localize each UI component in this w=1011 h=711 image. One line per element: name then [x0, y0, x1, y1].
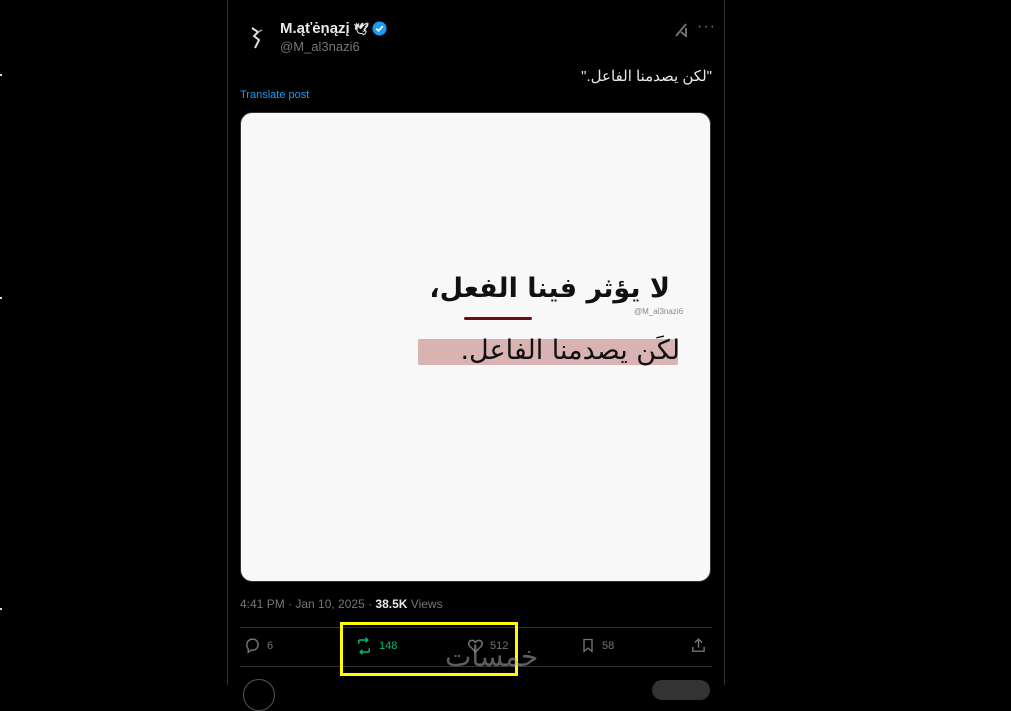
views-label: Views: [407, 597, 443, 611]
author-name[interactable]: M.ąťėņązį 🕊: [280, 20, 387, 40]
bookmark-button[interactable]: 58: [580, 637, 614, 654]
bookmark-count: 58: [602, 639, 615, 652]
image-text-line2: لكَن يصدمنا الفاعل.: [460, 335, 680, 366]
bookmark-icon: [583, 638, 593, 653]
verified-badge-icon[interactable]: [372, 21, 387, 40]
site-watermark: خمسات: [445, 640, 539, 673]
image-text-line1: لا يؤثر فينا الفعل،: [429, 273, 670, 304]
reply-button[interactable]: 6: [244, 637, 273, 654]
translate-post-link[interactable]: Translate post: [240, 89, 309, 101]
post-meta: 4:41 PM · Jan 10, 2025 · 38.5K Views: [240, 597, 443, 611]
image-watermark: @M_al3nazi6: [634, 307, 684, 316]
post-image[interactable]: لا يؤثر فينا الفعل، @M_al3nazi6 لكَن يصد…: [240, 112, 711, 582]
edge-mark: [0, 297, 2, 299]
post-text: "لكن يصدمنا الفاعل.": [581, 68, 712, 85]
author-name-text[interactable]: M.ąťėņązį: [280, 20, 350, 37]
reply-count: 6: [267, 639, 274, 652]
image-underline: [464, 317, 532, 320]
grok-icon[interactable]: [673, 22, 689, 41]
more-icon[interactable]: ···: [697, 18, 716, 36]
timeline-border-right: [724, 0, 725, 685]
author-name-emoji: 🕊: [353, 22, 369, 36]
share-button[interactable]: [690, 637, 713, 654]
avatar-figure-icon: [251, 27, 263, 49]
share-icon: [692, 638, 705, 652]
reply-icon: [246, 638, 259, 654]
timeline-border-left: [227, 0, 228, 685]
author-handle[interactable]: @M_al3nazi6: [280, 39, 360, 54]
post-timestamp[interactable]: 4:41 PM · Jan 10, 2025 ·: [240, 597, 375, 611]
edge-mark: [0, 608, 2, 610]
next-post-button[interactable]: [652, 680, 710, 700]
views-count: 38.5K: [375, 597, 408, 611]
edge-mark: [0, 74, 2, 76]
next-post-avatar[interactable]: [243, 679, 275, 711]
author-avatar[interactable]: [240, 22, 272, 54]
post-header: M.ąťėņązį 🕊 @M_al3nazi6 ···: [240, 18, 716, 60]
